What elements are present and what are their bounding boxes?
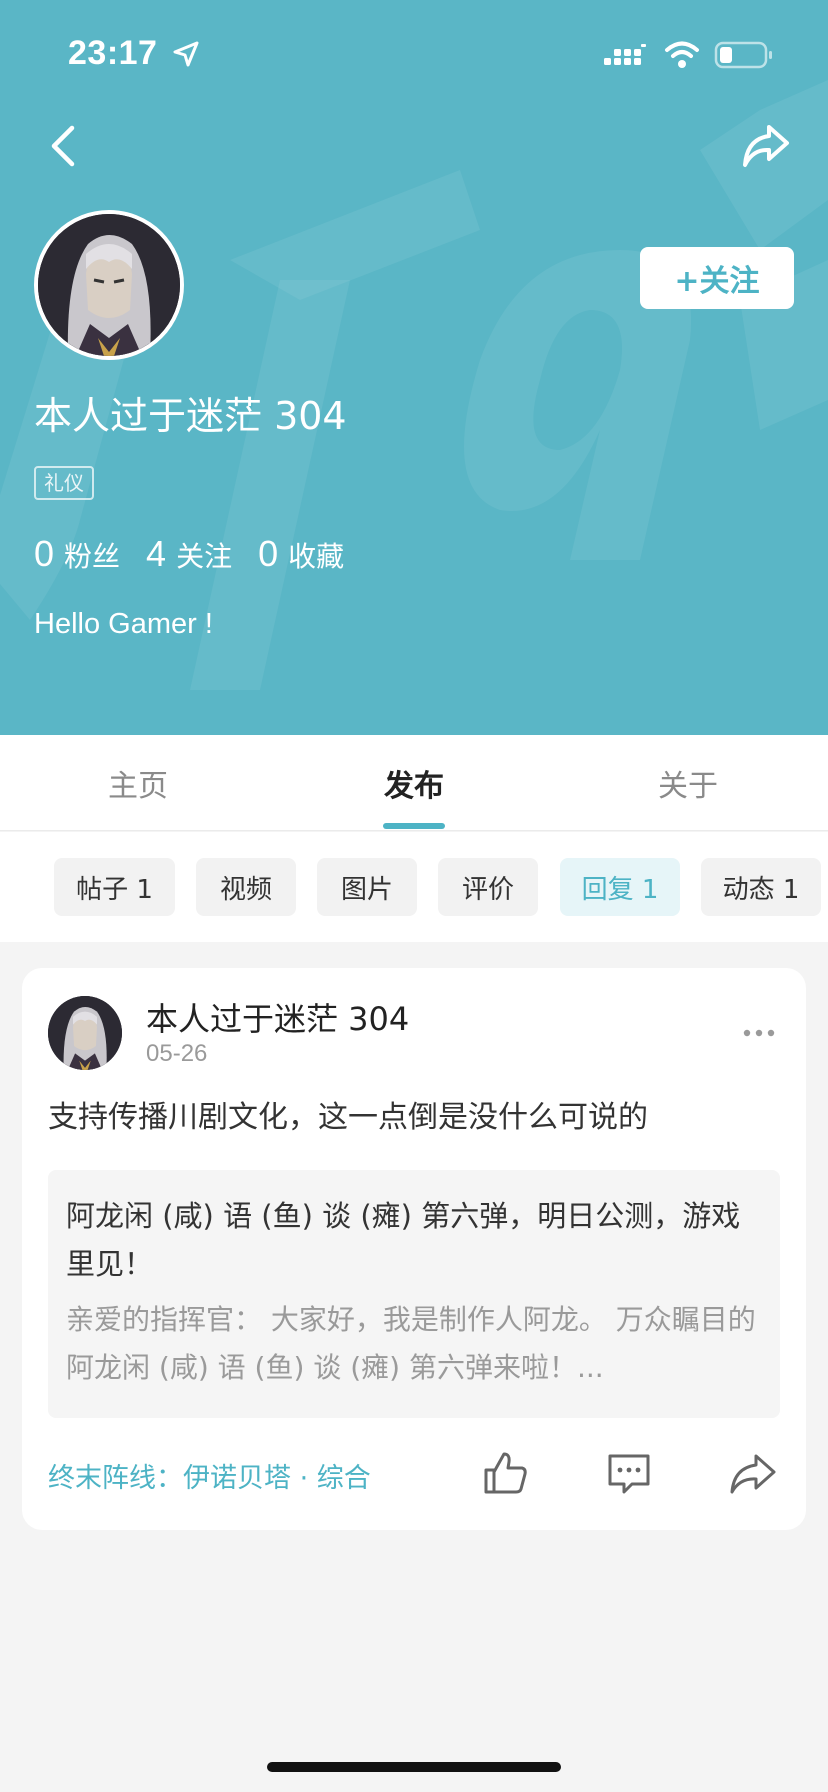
stat-favorites[interactable]: 0 收藏 — [258, 533, 344, 575]
content-filter-bar: 帖子 1 视频 图片 评价 回复 1 动态 1 — [0, 832, 828, 942]
profile-name: 本人过于迷茫 304 — [34, 394, 347, 438]
comment-button[interactable] — [604, 1448, 654, 1498]
tab-home[interactable]: 主页 — [60, 735, 216, 831]
post-author-avatar[interactable] — [48, 996, 122, 1070]
stat-fans[interactable]: 0 粉丝 — [34, 533, 120, 575]
stat-fans-count: 0 — [34, 533, 55, 574]
share-post-button[interactable] — [728, 1448, 778, 1498]
back-button[interactable] — [38, 118, 88, 174]
stat-following-label: 关注 — [176, 540, 233, 573]
filter-chip-activity[interactable]: 动态 1 — [701, 858, 821, 916]
stat-favorites-label: 收藏 — [288, 540, 345, 573]
more-dots-icon — [743, 1029, 775, 1037]
user-badge[interactable]: 礼仪 — [34, 466, 94, 500]
quoted-post-title: 阿龙闲 (咸) 语 (鱼) 谈 (瘫) 第六弹，明日公测，游戏里见！ — [66, 1199, 741, 1281]
profile-header: 23:17 +关注 本人过于迷茫 304 礼仪 0 粉丝 4 关注 0 收藏 H… — [0, 0, 828, 735]
status-bar: 23:17 — [0, 0, 828, 100]
more-options-button[interactable] — [736, 1018, 782, 1048]
filter-chip-reviews[interactable]: 评价 — [438, 858, 538, 916]
tab-about[interactable]: 关于 — [610, 735, 766, 831]
location-arrow-icon — [173, 41, 199, 67]
status-time: 23:17 — [68, 34, 158, 72]
profile-tabs: 主页 发布 关于 — [0, 735, 828, 831]
post-card[interactable]: 本人过于迷茫 304 05-26 支持传播川剧文化，这一点倒是没什么可说的 阿龙… — [22, 968, 806, 1530]
post-author-name[interactable]: 本人过于迷茫 304 — [146, 994, 409, 1040]
filter-chip-posts[interactable]: 帖子 1 — [54, 858, 175, 916]
stat-fans-label: 粉丝 — [64, 540, 121, 573]
quoted-post[interactable]: 阿龙闲 (咸) 语 (鱼) 谈 (瘫) 第六弹，明日公测，游戏里见！ 亲爱的指挥… — [48, 1170, 780, 1418]
tab-publish[interactable]: 发布 — [336, 735, 492, 831]
avatar-image — [38, 214, 180, 356]
post-date: 05-26 — [146, 1040, 208, 1067]
share-arrow-icon — [730, 1454, 776, 1494]
post-forum-link[interactable]: 终末阵线：伊诺贝塔 · 综合 — [48, 1456, 371, 1495]
avatar-image — [48, 996, 122, 1070]
stat-following[interactable]: 4 关注 — [146, 533, 232, 575]
stat-following-count: 4 — [146, 533, 167, 574]
filter-chip-images[interactable]: 图片 — [317, 858, 417, 916]
like-button[interactable] — [480, 1448, 530, 1498]
wifi-icon — [665, 41, 699, 68]
follow-button[interactable]: +关注 — [640, 247, 794, 309]
share-arrow-icon — [743, 125, 789, 167]
thumbs-up-icon — [484, 1452, 527, 1494]
quoted-post-excerpt: 亲爱的指挥官： 大家好，我是制作人阿龙。 万众瞩目的 阿龙闲 (咸) 语 (鱼)… — [66, 1303, 756, 1384]
tab-active-indicator — [383, 823, 445, 829]
avatar[interactable] — [34, 210, 184, 360]
post-body-text: 支持传播川剧文化，这一点倒是没什么可说的 — [48, 1100, 648, 1135]
stat-favorites-count: 0 — [258, 533, 279, 574]
share-button[interactable] — [738, 118, 794, 174]
profile-bio: Hello Gamer ! — [34, 608, 213, 640]
profile-stats: 0 粉丝 4 关注 0 收藏 — [34, 533, 370, 575]
comment-bubble-icon — [608, 1454, 650, 1494]
home-indicator[interactable] — [267, 1762, 561, 1772]
filter-chip-videos[interactable]: 视频 — [196, 858, 296, 916]
battery-icon — [714, 41, 772, 69]
cellular-signal-icon — [604, 44, 646, 65]
chevron-left-icon — [51, 125, 75, 167]
filter-chip-replies[interactable]: 回复 1 — [560, 858, 680, 916]
